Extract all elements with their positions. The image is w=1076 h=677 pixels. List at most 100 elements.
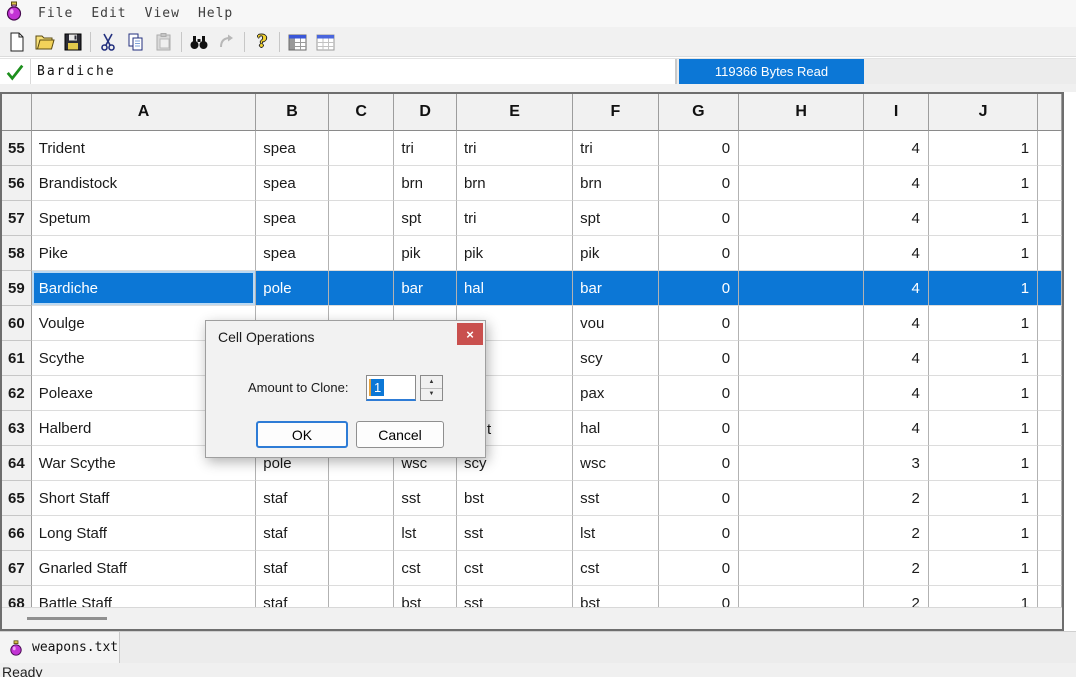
cell[interactable] (1038, 376, 1062, 411)
row-number[interactable]: 56 (2, 166, 32, 201)
cell[interactable]: spt (394, 201, 457, 236)
cell[interactable]: Gnarled Staff (31, 551, 257, 586)
table-grid-icon[interactable] (311, 29, 339, 55)
cell[interactable]: staf (256, 551, 329, 586)
cell[interactable]: 4 (864, 166, 929, 201)
amount-to-clone-field[interactable]: 1 (366, 375, 416, 401)
tab-weapons-txt[interactable]: weapons.txt (0, 632, 120, 663)
cell[interactable] (328, 551, 395, 586)
cell[interactable]: 1 (928, 446, 1039, 481)
cell[interactable] (1038, 586, 1062, 607)
cell[interactable]: spea (256, 236, 329, 271)
cell[interactable]: 0 (658, 481, 740, 516)
cell[interactable] (328, 481, 395, 516)
confirm-check-icon[interactable] (0, 59, 31, 84)
cell[interactable]: 0 (658, 166, 740, 201)
cell[interactable] (739, 236, 865, 271)
cell[interactable] (1038, 481, 1062, 516)
cell[interactable]: 0 (658, 306, 740, 341)
cell[interactable]: lst (573, 516, 659, 551)
row-number[interactable]: 63 (2, 411, 32, 446)
cell[interactable]: tri (456, 131, 574, 166)
cell[interactable]: spea (256, 131, 329, 166)
cell[interactable]: 4 (864, 306, 929, 341)
cell[interactable]: hal (573, 411, 659, 446)
row-number[interactable]: 62 (2, 376, 32, 411)
cell[interactable]: cst (456, 551, 574, 586)
cell[interactable]: brn (456, 166, 574, 201)
cell[interactable]: bst (394, 586, 457, 607)
copy-icon[interactable] (122, 29, 150, 55)
cell[interactable]: 1 (928, 551, 1039, 586)
menu-file[interactable]: File (32, 6, 85, 21)
ok-button[interactable]: OK (256, 421, 348, 448)
header-corner[interactable] (2, 94, 32, 131)
cell[interactable]: Bardiche (31, 271, 257, 306)
row-number[interactable]: 68 (2, 586, 32, 607)
cell[interactable] (1038, 271, 1062, 306)
column-header[interactable]: E (456, 94, 574, 131)
cell[interactable]: tri (456, 201, 574, 236)
cell[interactable]: pax (573, 376, 659, 411)
cell[interactable] (328, 166, 395, 201)
cell[interactable]: cst (394, 551, 457, 586)
cell[interactable] (739, 341, 865, 376)
row-number[interactable]: 65 (2, 481, 32, 516)
cell[interactable]: staf (256, 481, 329, 516)
cell[interactable] (739, 166, 865, 201)
cell[interactable]: staf (256, 586, 329, 607)
column-header[interactable]: A (31, 94, 257, 131)
cell[interactable]: vou (573, 306, 659, 341)
cell[interactable]: pik (394, 236, 457, 271)
cell[interactable]: lst (394, 516, 457, 551)
row-number[interactable]: 58 (2, 236, 32, 271)
cell[interactable]: 1 (928, 481, 1039, 516)
menu-view[interactable]: View (139, 6, 192, 21)
cell[interactable]: 0 (658, 551, 740, 586)
open-file-icon[interactable] (31, 29, 59, 55)
cell[interactable] (1038, 446, 1062, 481)
cell[interactable]: 1 (928, 236, 1039, 271)
cell[interactable]: 1 (928, 516, 1039, 551)
column-header[interactable] (1038, 94, 1062, 131)
cell[interactable] (1038, 516, 1062, 551)
row-number[interactable]: 64 (2, 446, 32, 481)
table-columns-icon[interactable] (283, 29, 311, 55)
cell[interactable]: 4 (864, 271, 929, 306)
cell[interactable]: 4 (864, 376, 929, 411)
cell[interactable]: brn (573, 166, 659, 201)
row-number[interactable]: 55 (2, 131, 32, 166)
cell[interactable] (1038, 341, 1062, 376)
find-icon[interactable] (185, 29, 213, 55)
cell[interactable]: sst (456, 586, 574, 607)
spin-up-icon[interactable]: ▲ (421, 376, 442, 389)
cell[interactable]: 1 (928, 586, 1039, 607)
cell[interactable]: brn (394, 166, 457, 201)
column-header[interactable]: F (573, 94, 659, 131)
cell[interactable] (328, 516, 395, 551)
cell[interactable]: Trident (31, 131, 257, 166)
cell[interactable]: 4 (864, 341, 929, 376)
cell[interactable]: tri (394, 131, 457, 166)
cell[interactable] (328, 236, 395, 271)
cell[interactable]: spt (573, 201, 659, 236)
cell[interactable]: 4 (864, 236, 929, 271)
cell[interactable]: sst (573, 481, 659, 516)
cell[interactable]: 0 (658, 586, 740, 607)
cell[interactable]: cst (573, 551, 659, 586)
cell[interactable]: spea (256, 166, 329, 201)
cell[interactable]: 2 (864, 586, 929, 607)
column-header[interactable]: J (928, 94, 1039, 131)
cell[interactable]: 1 (928, 201, 1039, 236)
row-number[interactable]: 61 (2, 341, 32, 376)
cell[interactable]: Long Staff (31, 516, 257, 551)
cell[interactable]: tri (573, 131, 659, 166)
cell[interactable]: pole (256, 271, 329, 306)
cell[interactable]: bst (573, 586, 659, 607)
cell[interactable]: Spetum (31, 201, 257, 236)
cell[interactable]: 0 (658, 516, 740, 551)
row-number[interactable]: 67 (2, 551, 32, 586)
cell[interactable]: staf (256, 516, 329, 551)
cell[interactable]: 2 (864, 481, 929, 516)
cell[interactable] (1038, 551, 1062, 586)
